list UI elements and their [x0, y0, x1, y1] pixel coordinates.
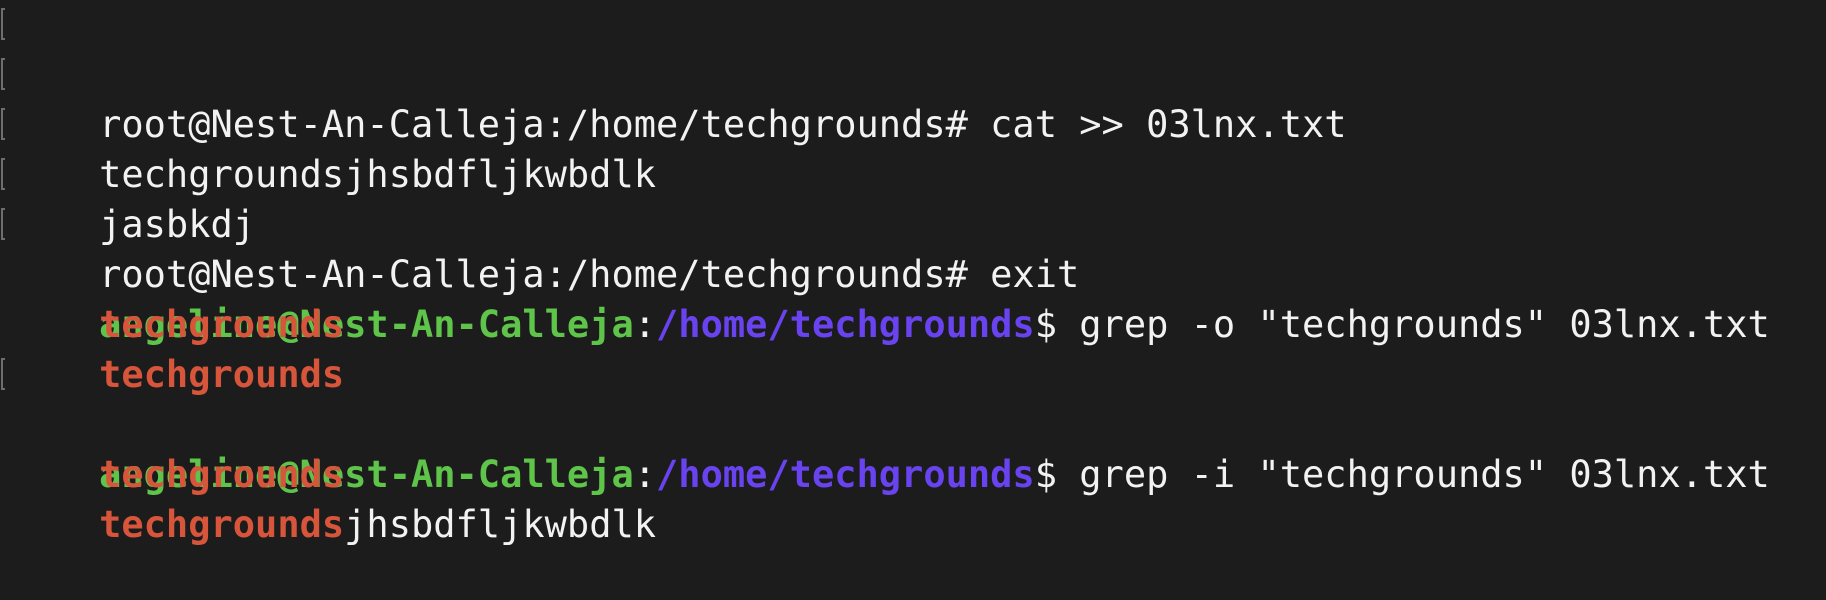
line-marker — [1, 158, 5, 190]
terminal-line: techgrounds — [0, 400, 1826, 496]
line-marker — [1, 208, 5, 240]
line-marker — [1, 8, 5, 40]
terminal-line: techgroundsjhsbdfljkwbdlk — [0, 450, 1826, 546]
grep-match: techgrounds — [99, 503, 345, 546]
terminal-line: jasbkdj — [0, 100, 1826, 246]
terminal-window[interactable]: root@Nest-An-Calleja:/home/techgrounds# … — [0, 0, 1826, 546]
line-marker — [1, 358, 5, 390]
terminal-line: root@Nest-An-Calleja:/home/techgrounds# … — [0, 150, 1826, 296]
terminal-line: techgroundsjhsbdfljkwbdlk — [0, 50, 1826, 196]
output-text: jhsbdfljkwbdlk — [344, 503, 657, 546]
terminal-line: angeline@Nest-An-Calleja:/home/techgroun… — [0, 200, 1826, 346]
terminal-line: angeline@Nest-An-Calleja:/home/techgroun… — [0, 350, 1826, 496]
terminal-line: techgrounds — [0, 300, 1826, 396]
line-marker — [1, 108, 5, 140]
terminal-line: techgrounds — [0, 250, 1826, 346]
line-marker — [1, 58, 5, 90]
terminal-line: root@Nest-An-Calleja:/home/techgrounds# … — [0, 0, 1826, 146]
